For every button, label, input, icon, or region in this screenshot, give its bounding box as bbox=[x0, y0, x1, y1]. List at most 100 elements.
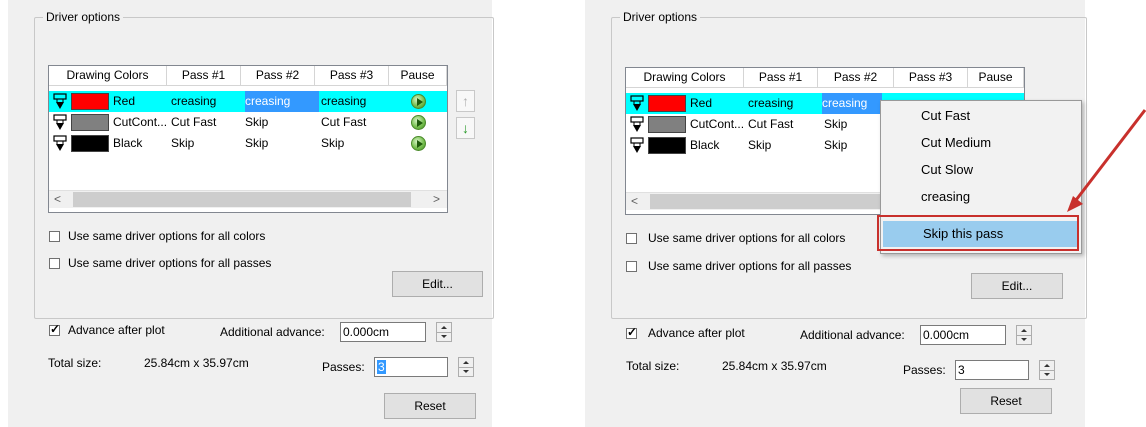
passes-input[interactable]: 3 bbox=[374, 357, 448, 377]
total-size-value: 25.84cm x 35.97cm bbox=[722, 359, 827, 373]
left-panel: Driver options Drawing Colors Pass #1 Pa… bbox=[8, 0, 494, 427]
driver-options-title: Driver options bbox=[620, 10, 701, 24]
total-size-value: 25.84cm x 35.97cm bbox=[144, 356, 249, 370]
advance-after-plot-checkbox[interactable] bbox=[49, 322, 60, 336]
passes-spinner[interactable] bbox=[458, 357, 474, 377]
driver-options-title: Driver options bbox=[43, 10, 124, 24]
pass1-cell[interactable]: Skip bbox=[171, 133, 241, 154]
play-icon[interactable] bbox=[411, 94, 426, 109]
edit-button[interactable]: Edit... bbox=[392, 271, 483, 297]
advance-after-plot-label: Advance after plot bbox=[68, 323, 165, 337]
passes-label: Passes: bbox=[322, 360, 365, 374]
arrow-down-icon: ↓ bbox=[462, 120, 469, 136]
color-swatch bbox=[71, 114, 109, 131]
advance-after-plot-checkbox[interactable] bbox=[626, 325, 637, 339]
total-size-label: Total size: bbox=[626, 359, 680, 373]
grid-row-cutcont[interactable]: CutCont... Cut Fast Skip Cut Fast bbox=[49, 112, 447, 133]
same-colors-label: Use same driver options for all colors bbox=[68, 229, 266, 243]
same-colors-checkbox[interactable] bbox=[626, 233, 637, 244]
pass2-cell[interactable]: Skip bbox=[245, 133, 315, 154]
pass3-cell[interactable]: creasing bbox=[321, 91, 389, 112]
horizontal-scrollbar[interactable]: < > bbox=[49, 190, 447, 208]
pass2-cell[interactable]: creasing bbox=[822, 93, 882, 114]
grid-header: Drawing Colors Pass #1 Pass #2 Pass #3 P… bbox=[49, 66, 447, 86]
color-name: Black bbox=[113, 136, 143, 150]
color-swatch bbox=[71, 93, 109, 110]
grid-row-red[interactable]: Red creasing creasing creasing bbox=[49, 91, 447, 112]
color-name: Red bbox=[113, 94, 136, 108]
same-colors-label: Use same driver options for all colors bbox=[648, 231, 846, 245]
pass1-cell[interactable]: Skip bbox=[748, 135, 818, 156]
additional-advance-input[interactable]: 0.000cm bbox=[340, 322, 426, 342]
pen-icon bbox=[53, 93, 67, 109]
col-pass-3[interactable]: Pass #3 bbox=[894, 68, 968, 87]
passes-input[interactable]: 3 bbox=[955, 360, 1029, 380]
right-panel: Driver options Drawing Colors Pass #1 Pa… bbox=[585, 0, 1146, 427]
additional-advance-spinner[interactable] bbox=[436, 322, 452, 342]
color-name: CutCont... bbox=[113, 115, 168, 129]
scroll-right-arrow[interactable]: > bbox=[428, 191, 445, 208]
skip-pass-highlight-box bbox=[877, 215, 1079, 251]
advance-after-plot-label: Advance after plot bbox=[648, 326, 745, 340]
pass2-cell[interactable]: Skip bbox=[824, 135, 880, 156]
color-swatch bbox=[648, 95, 686, 112]
pen-icon bbox=[53, 135, 67, 151]
pass1-cell[interactable]: creasing bbox=[748, 93, 818, 114]
additional-advance-label: Additional advance: bbox=[800, 328, 905, 342]
color-pass-grid[interactable]: Drawing Colors Pass #1 Pass #2 Pass #3 P… bbox=[48, 65, 448, 213]
arrow-up-icon: ↑ bbox=[462, 93, 469, 109]
scroll-thumb[interactable] bbox=[650, 194, 890, 209]
passes-spinner[interactable] bbox=[1039, 360, 1055, 380]
additional-advance-input[interactable]: 0.000cm bbox=[920, 325, 1006, 345]
scroll-left-arrow[interactable]: < bbox=[626, 193, 643, 210]
same-passes-label: Use same driver options for all passes bbox=[648, 259, 852, 273]
color-swatch bbox=[648, 116, 686, 133]
col-drawing-colors[interactable]: Drawing Colors bbox=[626, 68, 744, 87]
edit-button[interactable]: Edit... bbox=[971, 273, 1063, 299]
color-swatch bbox=[648, 137, 686, 154]
reset-button[interactable]: Reset bbox=[384, 393, 476, 419]
play-icon[interactable] bbox=[411, 115, 426, 130]
color-name: Red bbox=[690, 96, 713, 110]
same-passes-label: Use same driver options for all passes bbox=[68, 256, 272, 270]
pen-icon bbox=[630, 137, 644, 153]
move-up-button[interactable]: ↑ bbox=[456, 90, 475, 112]
col-pass-1[interactable]: Pass #1 bbox=[167, 66, 241, 85]
pen-icon bbox=[630, 116, 644, 132]
same-passes-checkbox[interactable] bbox=[49, 258, 60, 269]
reset-button[interactable]: Reset bbox=[960, 388, 1052, 414]
col-pause[interactable]: Pause bbox=[968, 68, 1024, 87]
pass1-cell[interactable]: Cut Fast bbox=[171, 112, 241, 133]
scroll-left-arrow[interactable]: < bbox=[49, 191, 66, 208]
additional-advance-spinner[interactable] bbox=[1016, 325, 1032, 345]
col-drawing-colors[interactable]: Drawing Colors bbox=[49, 66, 167, 85]
additional-advance-label: Additional advance: bbox=[220, 325, 325, 339]
grid-row-black[interactable]: Black Skip Skip Skip bbox=[49, 133, 447, 154]
total-size-label: Total size: bbox=[48, 356, 102, 370]
col-pass-2[interactable]: Pass #2 bbox=[241, 66, 315, 85]
move-down-button[interactable]: ↓ bbox=[456, 117, 475, 139]
col-pass-3[interactable]: Pass #3 bbox=[315, 66, 389, 85]
passes-label: Passes: bbox=[903, 363, 946, 377]
pointer-arrow-icon bbox=[1067, 109, 1146, 212]
pass1-cell[interactable]: Cut Fast bbox=[748, 114, 818, 135]
pass1-cell[interactable]: creasing bbox=[171, 91, 241, 112]
col-pass-2[interactable]: Pass #2 bbox=[818, 68, 894, 87]
col-pause[interactable]: Pause bbox=[389, 66, 447, 85]
passes-value: 3 bbox=[377, 360, 386, 374]
pass2-cell[interactable]: Skip bbox=[824, 114, 880, 135]
pass3-cell[interactable]: Skip bbox=[321, 133, 389, 154]
color-name: CutCont... bbox=[690, 117, 745, 131]
pass2-cell[interactable]: Skip bbox=[245, 112, 315, 133]
pen-icon bbox=[630, 95, 644, 111]
pass3-cell[interactable]: Cut Fast bbox=[321, 112, 389, 133]
scroll-thumb[interactable] bbox=[73, 192, 411, 207]
color-name: Black bbox=[690, 138, 720, 152]
play-icon[interactable] bbox=[411, 136, 426, 151]
col-pass-1[interactable]: Pass #1 bbox=[744, 68, 818, 87]
pass2-cell[interactable]: creasing bbox=[245, 91, 319, 112]
same-colors-checkbox[interactable] bbox=[49, 231, 60, 242]
color-swatch bbox=[71, 135, 109, 152]
grid-header: Drawing Colors Pass #1 Pass #2 Pass #3 P… bbox=[626, 68, 1024, 88]
same-passes-checkbox[interactable] bbox=[626, 261, 637, 272]
